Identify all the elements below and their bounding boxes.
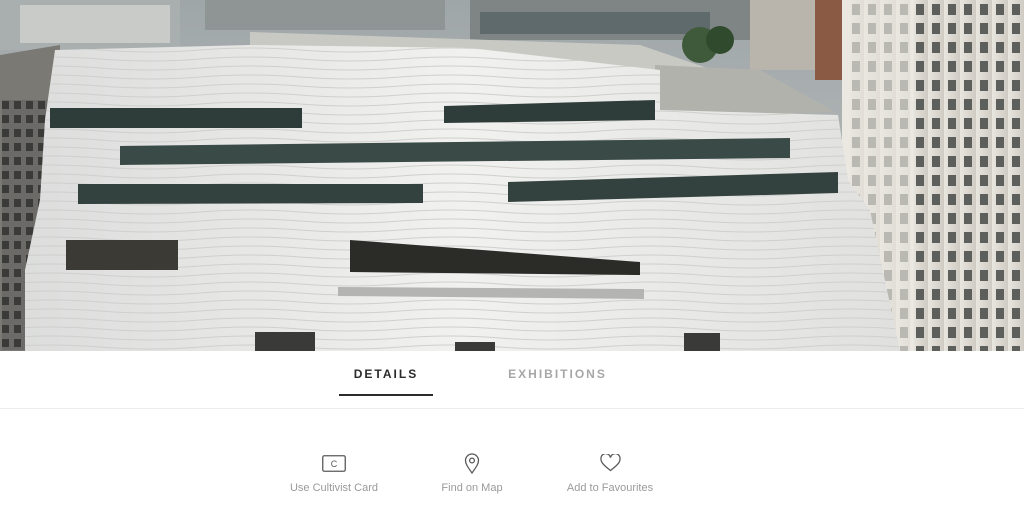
- museum-building-photo: [0, 0, 1024, 351]
- add-to-favourites-label: Add to Favourites: [566, 482, 654, 494]
- add-to-favourites-button[interactable]: Add to Favourites: [540, 452, 680, 494]
- use-cultivist-card-button[interactable]: C Use Cultivist Card: [264, 452, 404, 494]
- svg-text:C: C: [331, 459, 338, 469]
- map-pin-icon: [464, 452, 480, 474]
- find-on-map-button[interactable]: Find on Map: [402, 452, 542, 494]
- heart-icon: [599, 452, 621, 474]
- cultivist-card-icon: C: [322, 452, 346, 474]
- tab-details[interactable]: DETAILS: [339, 351, 433, 397]
- use-cultivist-card-label: Use Cultivist Card: [289, 482, 379, 494]
- hero-image: [0, 0, 1024, 351]
- tab-exhibitions[interactable]: EXHIBITIONS: [500, 351, 615, 397]
- action-row: C Use Cultivist Card Find on Map Add to …: [0, 440, 1024, 500]
- find-on-map-label: Find on Map: [441, 482, 503, 494]
- tab-bar: DETAILS EXHIBITIONS: [0, 351, 1024, 409]
- active-tab-indicator: [339, 394, 433, 396]
